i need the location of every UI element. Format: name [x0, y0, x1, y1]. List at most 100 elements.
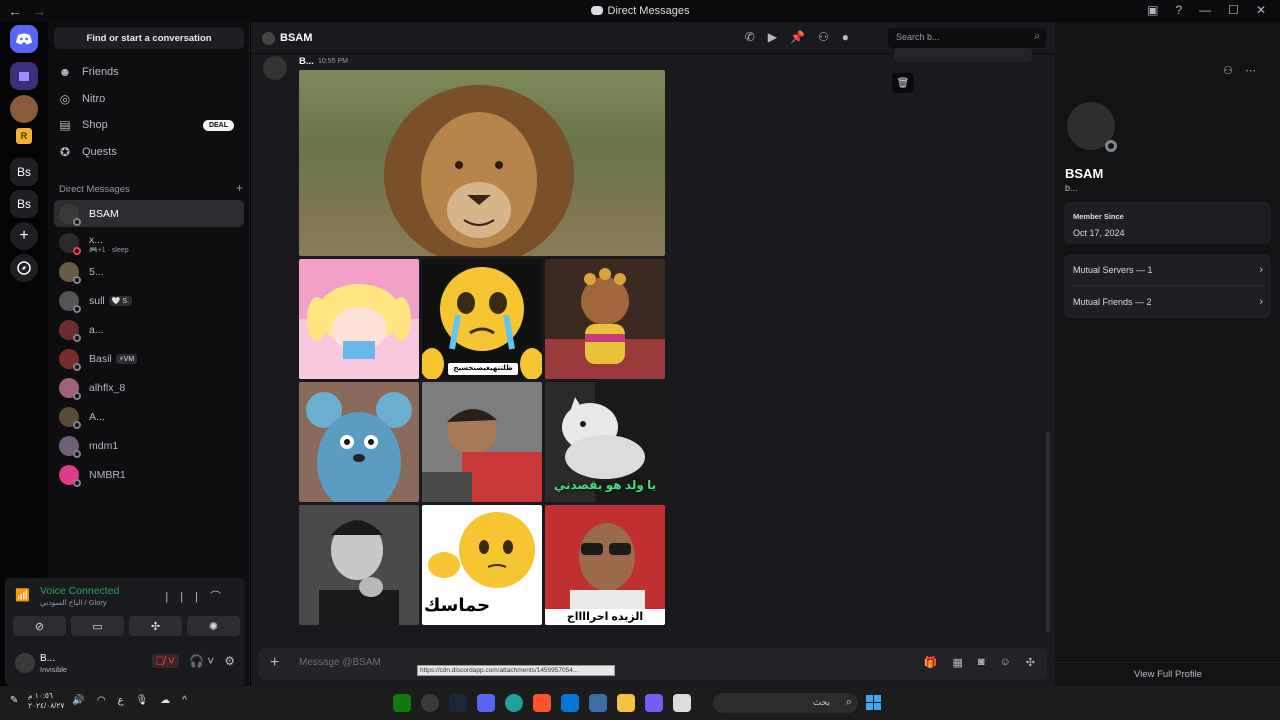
- camera-off-button[interactable]: ⊘: [13, 616, 66, 636]
- add-friend-icon[interactable]: ⚇: [1223, 65, 1245, 77]
- image-attachment[interactable]: [299, 505, 419, 625]
- maximize-button[interactable]: ☐: [1228, 3, 1239, 17]
- taskbar-search[interactable]: ⌕ بحث: [713, 693, 858, 713]
- taskbar: ✎ 🔊 ◠ ع 🎙 ☁ ^ ١٠:٥٦ م ٢٠٢٤/٠٨/٢٧ ⌕ بحث: [0, 686, 1280, 720]
- profile-avatar[interactable]: [1067, 102, 1117, 152]
- server-icon-bs-2[interactable]: Bs: [10, 190, 38, 218]
- upload-plus-icon[interactable]: +: [270, 654, 279, 672]
- message-author[interactable]: B...: [299, 56, 314, 67]
- settings-gear-icon[interactable]: ⚙: [224, 654, 235, 668]
- apps-icon[interactable]: ✣: [1026, 656, 1035, 669]
- dm-item[interactable]: mdm1: [54, 432, 244, 459]
- image-attachment[interactable]: ظلتتهيغيضنحسيج: [422, 259, 542, 379]
- home-discord-icon[interactable]: [10, 25, 38, 53]
- dm-item[interactable]: a...: [54, 316, 244, 343]
- add-friend-icon[interactable]: ⚇: [818, 30, 829, 44]
- message-toolbar[interactable]: [894, 48, 1032, 62]
- soundboard-button[interactable]: ✺: [187, 616, 240, 636]
- image-attachment[interactable]: [299, 382, 419, 502]
- server-icon-bs-1[interactable]: Bs: [10, 158, 38, 186]
- onedrive-icon[interactable]: ☁: [160, 695, 170, 706]
- close-button[interactable]: ✕: [1256, 3, 1266, 17]
- taskbar-search-placeholder: بحث: [812, 697, 830, 707]
- delete-attachment-icon[interactable]: 🗑: [892, 73, 914, 93]
- minimize-button[interactable]: —: [1199, 3, 1211, 17]
- emoji-icon[interactable]: ☺: [1000, 656, 1011, 669]
- image-attachment[interactable]: حماسك: [422, 505, 542, 625]
- xbox-icon[interactable]: [393, 694, 411, 712]
- image-attachment[interactable]: الزبده احرااااج: [545, 505, 665, 625]
- search-input[interactable]: Search b... ⌕: [888, 28, 1046, 48]
- brave-icon[interactable]: [533, 694, 551, 712]
- mic-muted-icon[interactable]: 🎙̸ ˅: [151, 654, 179, 668]
- activities-button[interactable]: ✣: [129, 616, 182, 636]
- noise-suppression-icon[interactable]: |||: [165, 591, 210, 603]
- clock[interactable]: ١٠:٥٦ م ٢٠٢٤/٠٨/٢٧: [28, 691, 64, 711]
- image-attachment[interactable]: يا ولد هو بقصدني: [545, 382, 665, 502]
- server-icon-1[interactable]: [10, 62, 38, 90]
- screen-share-button[interactable]: ▭: [71, 616, 124, 636]
- dm-item[interactable]: sull 🤍 S.: [54, 287, 244, 314]
- pin-icon[interactable]: 📌: [790, 30, 805, 44]
- avatar[interactable]: [15, 653, 35, 673]
- more-options-icon[interactable]: ⋯: [1245, 65, 1268, 77]
- gift-icon[interactable]: 🎁: [924, 656, 938, 669]
- help-icon[interactable]: ?: [1175, 3, 1182, 17]
- windows-start-icon[interactable]: [866, 695, 882, 711]
- create-dm-icon[interactable]: +: [236, 181, 243, 195]
- nav-quests[interactable]: ✪ Quests: [58, 141, 244, 163]
- language-indicator[interactable]: ع: [118, 695, 124, 706]
- user-profile-icon[interactable]: ●: [842, 30, 849, 44]
- wifi-icon[interactable]: ◠: [97, 695, 106, 706]
- dm-item-bsam[interactable]: BSAM: [54, 200, 244, 227]
- chat-scrollbar[interactable]: [1046, 432, 1050, 632]
- mutual-servers-row[interactable]: Mutual Servers — 1 ›: [1073, 254, 1263, 286]
- view-full-profile-link[interactable]: View Full Profile: [1055, 662, 1280, 686]
- image-attachment[interactable]: [299, 259, 419, 379]
- steam-icon[interactable]: [449, 694, 467, 712]
- tray-chevron-icon[interactable]: ^: [182, 695, 187, 706]
- voice-title[interactable]: Voice Connected: [40, 585, 119, 597]
- image-attachment-lion[interactable]: [299, 70, 665, 256]
- avatar[interactable]: [263, 56, 287, 80]
- video-call-icon[interactable]: ▶: [768, 30, 777, 44]
- disconnect-icon[interactable]: ⌒: [210, 591, 233, 603]
- server-icon-3[interactable]: R: [16, 128, 32, 144]
- image-attachment[interactable]: [545, 259, 665, 379]
- dm-item[interactable]: NMBR1: [54, 461, 244, 488]
- nav-nitro[interactable]: ◎ Nitro: [58, 88, 244, 110]
- add-server-icon[interactable]: +: [10, 222, 38, 250]
- microphone-icon[interactable]: 🎙: [136, 695, 149, 706]
- discover-compass-icon[interactable]: [10, 254, 38, 282]
- find-conversation-button[interactable]: Find or start a conversation: [54, 27, 244, 49]
- dm-item[interactable]: A...: [54, 403, 244, 430]
- dm-item[interactable]: x... 🎮+1 · sleep: [54, 229, 244, 256]
- file-explorer-icon[interactable]: [617, 694, 635, 712]
- dm-item[interactable]: 5...: [54, 258, 244, 285]
- app-icon[interactable]: [421, 694, 439, 712]
- inbox-icon[interactable]: ▣: [1147, 3, 1158, 17]
- gif-icon[interactable]: ▦: [952, 656, 962, 669]
- headset-icon[interactable]: 🎧 ˅: [189, 654, 214, 668]
- mutual-friends-row[interactable]: Mutual Friends — 2 ›: [1073, 286, 1263, 318]
- pen-icon[interactable]: ✎: [10, 695, 18, 706]
- server-icon-2[interactable]: [10, 95, 38, 123]
- nav-friends[interactable]: ☻ Friends: [58, 61, 244, 83]
- volume-icon[interactable]: 🔊: [72, 695, 84, 706]
- edge-icon[interactable]: [505, 694, 523, 712]
- store-icon[interactable]: [589, 694, 607, 712]
- voice-call-icon[interactable]: ✆: [745, 30, 755, 44]
- app-icon[interactable]: [673, 694, 691, 712]
- mail-icon[interactable]: [561, 694, 579, 712]
- message-composer[interactable]: + Message @BSAM 🎁 ▦ ◙ ☺ ✣: [258, 648, 1047, 680]
- dm-item[interactable]: alhflx_8: [54, 374, 244, 401]
- message-input[interactable]: Message @BSAM: [299, 657, 381, 668]
- app-icon[interactable]: [645, 694, 663, 712]
- nav-shop[interactable]: ▤ Shop DEAL: [58, 114, 244, 136]
- sticker-icon[interactable]: ◙: [978, 656, 985, 669]
- man-thinking-image: [299, 505, 419, 625]
- voice-channel[interactable]: الباح السودني / Glory: [40, 598, 107, 607]
- dm-item[interactable]: Basil ⚡VM: [54, 345, 244, 372]
- image-attachment[interactable]: [422, 382, 542, 502]
- discord-icon[interactable]: [477, 694, 495, 712]
